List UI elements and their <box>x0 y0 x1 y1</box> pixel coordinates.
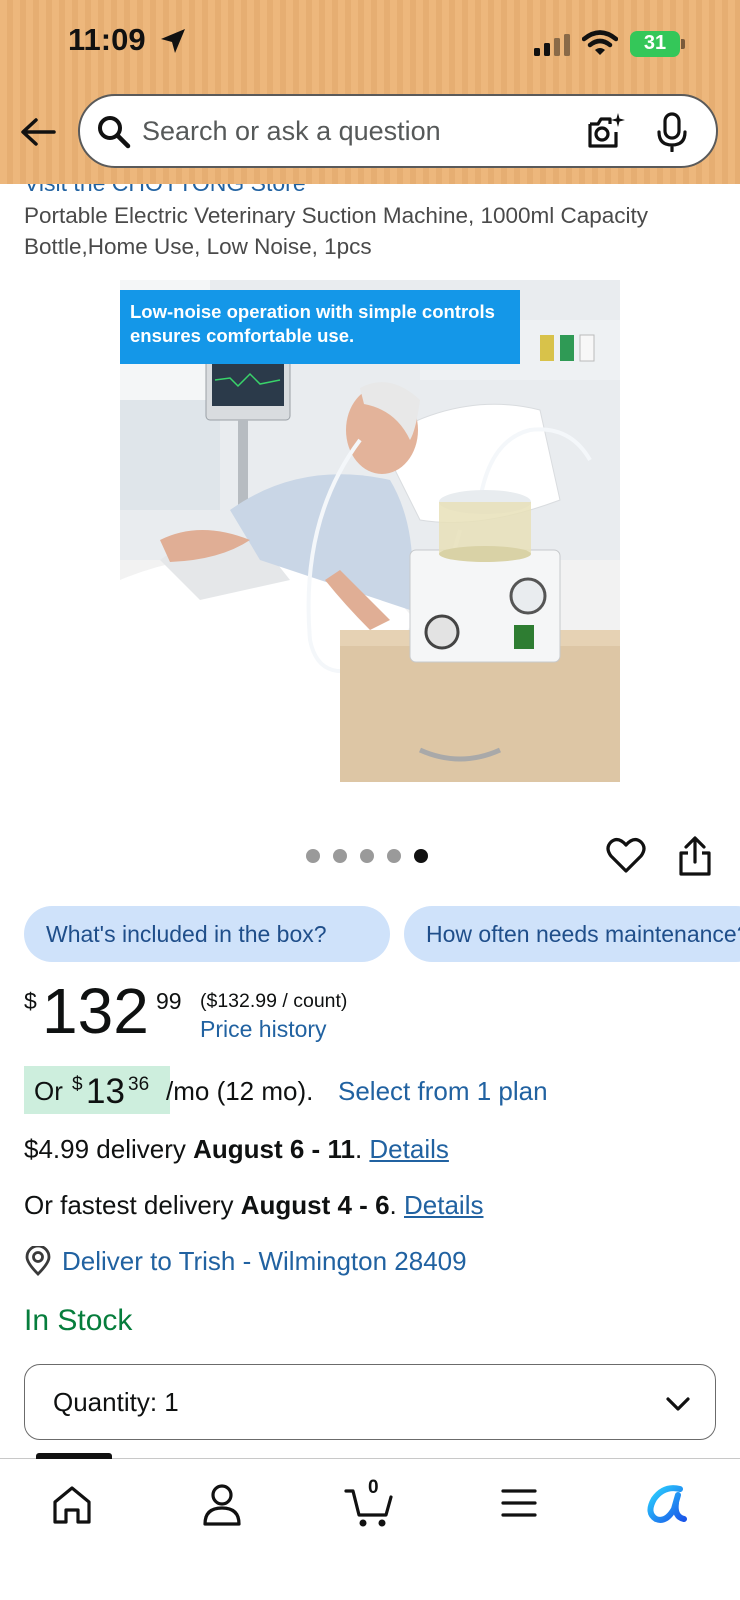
select-plan-link[interactable]: Select from 1 plan <box>338 1076 548 1107</box>
quantity-select[interactable]: Quantity: 1 <box>24 1364 716 1440</box>
signal-icon <box>534 34 570 56</box>
deliver-to-link[interactable]: Deliver to Trish - Wilmington 28409 <box>62 1246 467 1277</box>
account-icon[interactable] <box>202 1483 242 1527</box>
price-history-link[interactable]: Price history <box>200 1016 327 1043</box>
unit-price: ($132.99 / count) <box>200 990 348 1012</box>
image-caption: Low-noise operation with simple controls… <box>120 290 520 364</box>
fastest-delivery: Or fastest delivery August 4 - 6. Detail… <box>24 1190 483 1221</box>
share-icon[interactable] <box>678 836 712 876</box>
fastest-delivery-prefix: Or fastest delivery <box>24 1190 241 1220</box>
carousel-dot[interactable] <box>360 849 374 863</box>
cart-count: 0 <box>368 1477 379 1498</box>
fastest-delivery-details-link[interactable]: Details <box>404 1190 483 1220</box>
quantity-value: 1 <box>164 1387 179 1417</box>
home-icon[interactable] <box>50 1483 94 1527</box>
menu-icon[interactable] <box>500 1483 538 1523</box>
standard-delivery-dates: August 6 - 11 <box>193 1134 355 1164</box>
microphone-icon[interactable] <box>656 112 688 152</box>
period: . <box>354 1134 363 1164</box>
installment-term: /mo (12 mo). <box>166 1076 314 1106</box>
standard-delivery-details-link[interactable]: Details <box>369 1134 448 1164</box>
top-header: 11:09 31 Search or ask a question <box>0 0 740 184</box>
carousel-dot[interactable] <box>306 849 320 863</box>
price-whole: 132 <box>42 975 149 1047</box>
installment-symbol: $ <box>72 1074 83 1095</box>
standard-delivery-prefix: $4.99 delivery <box>24 1134 194 1164</box>
carousel-dot-active[interactable] <box>414 849 428 863</box>
battery-level: 31 <box>643 32 667 54</box>
standard-delivery: $4.99 delivery August 6 - 11. Details <box>24 1134 449 1165</box>
rufus-icon[interactable] <box>644 1483 688 1527</box>
image-carousel-dots[interactable] <box>306 849 428 865</box>
search-icon <box>98 116 131 149</box>
carousel-dot[interactable] <box>387 849 401 863</box>
search-input[interactable]: Search or ask a question <box>78 94 718 168</box>
question-chip-included[interactable]: What's included in the box? <box>24 906 390 962</box>
bottom-nav: 0 <box>0 1453 740 1600</box>
fastest-delivery-dates: August 4 - 6 <box>240 1190 390 1220</box>
product-image[interactable]: Low-noise operation with simple controls… <box>120 280 620 782</box>
installment-prefix: Or <box>34 1076 63 1106</box>
status-time: 11:09 <box>68 22 146 57</box>
camera-icon[interactable] <box>586 112 626 152</box>
wifi-icon <box>582 30 618 55</box>
chevron-down-icon <box>666 1397 690 1411</box>
period: . <box>389 1190 397 1220</box>
location-pin-icon[interactable] <box>24 1246 52 1276</box>
price-fraction: 99 <box>156 988 182 1014</box>
carousel-dot[interactable] <box>333 849 347 863</box>
product-title: Portable Electric Veterinary Suction Mac… <box>24 203 649 259</box>
back-arrow-icon[interactable] <box>18 112 58 152</box>
image-caption-line-1: Low-noise operation with simple controls <box>130 301 495 322</box>
heart-icon[interactable] <box>606 836 646 874</box>
stock-status: In Stock <box>24 1304 133 1337</box>
active-tab-indicator <box>36 1453 112 1459</box>
search-placeholder: Search or ask a question <box>142 116 441 146</box>
installment-whole: 13 <box>86 1072 125 1111</box>
location-arrow-icon <box>161 29 185 53</box>
quantity-label: Quantity: 1 <box>53 1387 179 1417</box>
image-caption-line-2: ensures comfortable use. <box>130 325 355 346</box>
battery-icon: 31 <box>630 31 686 57</box>
price-symbol: $ <box>24 988 37 1014</box>
question-chip-maintenance[interactable]: How often needs maintenance? <box>404 906 740 962</box>
installment-cents: 36 <box>128 1074 150 1095</box>
